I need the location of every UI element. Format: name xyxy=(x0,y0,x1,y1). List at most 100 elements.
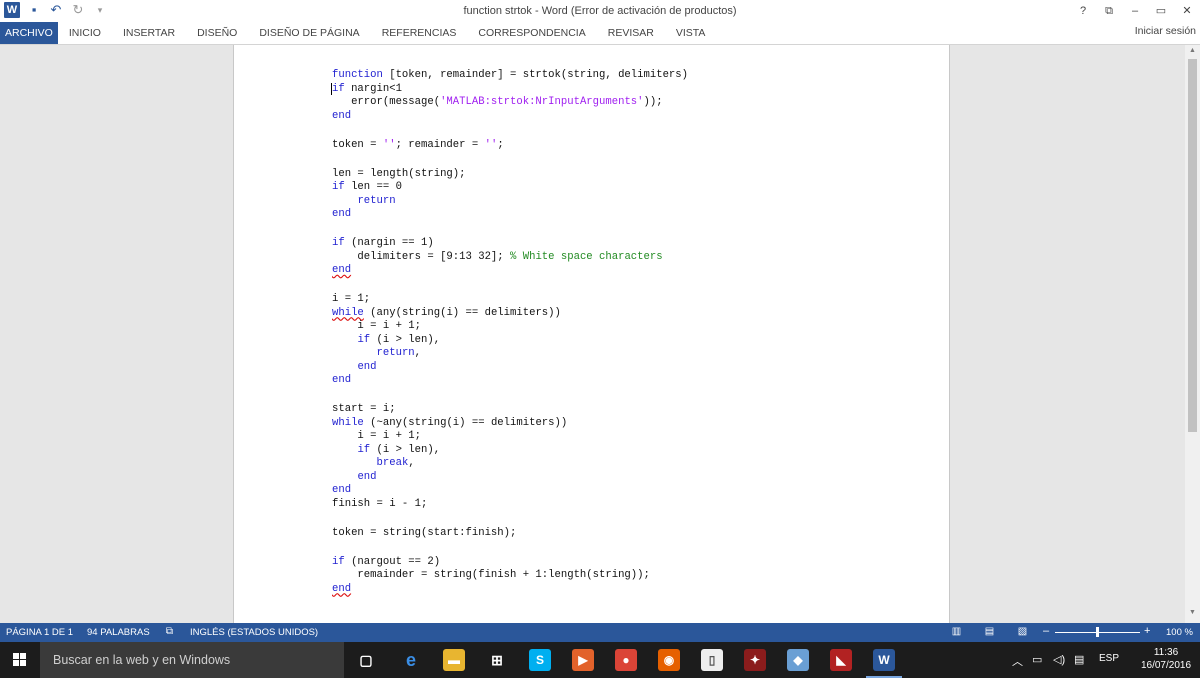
code-line[interactable]: i = 1; xyxy=(332,293,688,307)
save-icon[interactable]: ▪ xyxy=(26,2,42,18)
input-language[interactable]: ESP xyxy=(1099,653,1119,664)
tab-diseno-de-pagina[interactable]: DISEÑO DE PÁGINA xyxy=(248,22,370,44)
code-line[interactable]: break, xyxy=(332,457,688,471)
zoom-slider-thumb[interactable] xyxy=(1096,627,1099,637)
code-line[interactable]: function [token, remainder] = strtok(str… xyxy=(332,69,688,83)
zoom-out-button[interactable]: – xyxy=(1043,625,1049,637)
read-mode-icon[interactable]: ▥ xyxy=(950,626,963,638)
code-line[interactable]: token = string(start:finish); xyxy=(332,527,688,541)
tab-referencias[interactable]: REFERENCIAS xyxy=(371,22,468,44)
code-line[interactable]: end xyxy=(332,583,688,597)
code-line[interactable]: end xyxy=(332,208,688,222)
proofing-icon[interactable]: ⧉ xyxy=(163,626,176,638)
vertical-scrollbar[interactable]: ▲ ▼ xyxy=(1185,45,1200,623)
blank-line[interactable] xyxy=(332,388,688,404)
blank-line[interactable] xyxy=(332,540,688,556)
document-body[interactable]: function [token, remainder] = strtok(str… xyxy=(331,69,688,597)
code-line[interactable]: delimiters = [9:13 32]; % White space ch… xyxy=(332,251,688,265)
scroll-up-icon[interactable]: ▲ xyxy=(1185,45,1200,57)
help-button[interactable]: ? xyxy=(1070,0,1096,22)
word-count[interactable]: 94 PALABRAS xyxy=(87,627,150,638)
minimize-button[interactable]: – xyxy=(1122,0,1148,22)
store-icon[interactable]: ⊞ xyxy=(486,649,508,671)
code-line[interactable]: return, xyxy=(332,347,688,361)
code-line[interactable]: error(message('MATLAB:strtok:NrInputArgu… xyxy=(332,96,688,110)
tab-archivo[interactable]: ARCHIVO xyxy=(0,22,58,44)
code-line[interactable]: return xyxy=(332,195,688,209)
tab-vista[interactable]: VISTA xyxy=(665,22,717,44)
code-line[interactable]: len = length(string); xyxy=(332,168,688,182)
show-hidden-icon[interactable]: ︿ xyxy=(1012,653,1023,669)
code-line[interactable]: i = i + 1; xyxy=(332,430,688,444)
tab-inicio[interactable]: INICIO xyxy=(58,22,112,44)
task-view-icon[interactable]: ▢ xyxy=(355,649,377,671)
search-box[interactable]: Buscar en la web y en Windows xyxy=(40,642,344,678)
file-explorer-icon[interactable]: ▬ xyxy=(443,649,465,671)
close-button[interactable]: ✕ xyxy=(1174,0,1200,22)
code-line[interactable]: if len == 0 xyxy=(332,181,688,195)
skype-icon[interactable]: S xyxy=(529,649,551,671)
code-line[interactable]: if nargin<1 xyxy=(331,82,688,97)
code-line[interactable]: while (~any(string(i) == delimiters)) xyxy=(332,417,688,431)
firefox-icon[interactable]: ◉ xyxy=(658,649,680,671)
ribbon-display-button[interactable]: ⧉ xyxy=(1096,0,1122,22)
clock[interactable]: 11:36 16/07/2016 xyxy=(1136,646,1196,672)
tab-insertar[interactable]: INSERTAR xyxy=(112,22,186,44)
blank-line[interactable] xyxy=(332,152,688,168)
code-line[interactable]: while (any(string(i) == delimiters)) xyxy=(332,307,688,321)
blank-line[interactable] xyxy=(332,123,688,139)
print-layout-icon[interactable]: ▤ xyxy=(983,626,996,638)
language-indicator[interactable]: INGLÉS (ESTADOS UNIDOS) xyxy=(190,627,318,638)
code-line[interactable]: if (i > len), xyxy=(332,334,688,348)
undo-icon[interactable]: ↶ xyxy=(48,2,64,18)
code-line[interactable]: start = i; xyxy=(332,403,688,417)
restore-button[interactable]: ▭ xyxy=(1148,0,1174,22)
document-page[interactable]: function [token, remainder] = strtok(str… xyxy=(233,45,950,623)
code-line[interactable]: if (i > len), xyxy=(332,444,688,458)
volume-icon[interactable]: ◁) xyxy=(1053,653,1065,666)
code-token: ; xyxy=(497,138,504,151)
scroll-down-icon[interactable]: ▼ xyxy=(1185,607,1200,619)
network-icon[interactable]: ▭ xyxy=(1032,653,1042,666)
document-area: function [token, remainder] = strtok(str… xyxy=(0,45,1200,623)
code-line[interactable]: if (nargout == 2) xyxy=(332,556,688,570)
blank-line[interactable] xyxy=(332,511,688,527)
media-player-icon[interactable]: ▶ xyxy=(572,649,594,671)
code-line[interactable]: remainder = string(finish + 1:length(str… xyxy=(332,569,688,583)
tab-revisar[interactable]: REVISAR xyxy=(597,22,665,44)
redo-icon[interactable]: ↻ xyxy=(70,2,86,18)
game-app-icon[interactable]: ✦ xyxy=(744,649,766,671)
notepad-icon[interactable]: ▯ xyxy=(701,649,723,671)
code-line[interactable]: end xyxy=(332,361,688,375)
word-icon[interactable]: W xyxy=(866,649,902,678)
code-line[interactable]: end xyxy=(332,374,688,388)
code-line[interactable]: if (nargin == 1) xyxy=(332,237,688,251)
dota-icon[interactable]: ◣ xyxy=(830,649,852,671)
zoom-level[interactable]: 100 % xyxy=(1166,627,1193,638)
code-line[interactable]: end xyxy=(332,484,688,498)
edge-icon[interactable]: e xyxy=(400,649,422,671)
paint-app-icon[interactable]: ◆ xyxy=(787,649,809,671)
web-layout-icon[interactable]: ▧ xyxy=(1016,626,1029,638)
customize-icon[interactable]: ▾ xyxy=(92,2,108,18)
chrome-icon[interactable]: ● xyxy=(615,649,637,671)
code-line[interactable]: end xyxy=(332,264,688,278)
word-logo-icon[interactable]: W xyxy=(4,2,20,18)
notifications-icon[interactable]: ▤ xyxy=(1074,653,1084,666)
blank-line[interactable] xyxy=(332,222,688,238)
sign-in-link[interactable]: Iniciar sesión xyxy=(1135,22,1196,44)
page-count[interactable]: PÁGINA 1 DE 1 xyxy=(6,627,73,638)
code-line[interactable]: finish = i - 1; xyxy=(332,498,688,512)
tab-diseno[interactable]: DISEÑO xyxy=(186,22,248,44)
start-button[interactable] xyxy=(0,642,40,678)
scrollbar-thumb[interactable] xyxy=(1188,59,1197,432)
code-line[interactable]: token = ''; remainder = ''; xyxy=(332,139,688,153)
zoom-in-button[interactable]: + xyxy=(1144,625,1150,637)
tab-correspondencia[interactable]: CORRESPONDENCIA xyxy=(467,22,596,44)
code-token: if xyxy=(357,443,371,456)
code-line[interactable]: end xyxy=(332,110,688,124)
blank-line[interactable] xyxy=(332,278,688,294)
code-line[interactable]: end xyxy=(332,471,688,485)
code-line[interactable]: i = i + 1; xyxy=(332,320,688,334)
